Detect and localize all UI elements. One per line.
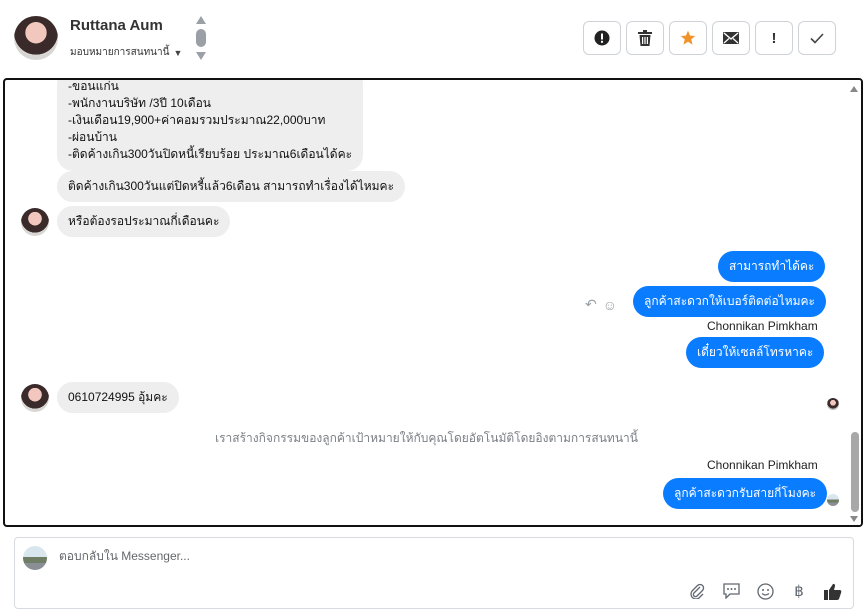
exclamation-icon: ! bbox=[771, 29, 777, 47]
reply-icon[interactable]: ↶ bbox=[585, 296, 597, 313]
trash-icon bbox=[638, 30, 652, 46]
message-outgoing[interactable]: ลูกค้าสะดวกให้เบอร์ติดต่อไหมคะ bbox=[633, 286, 827, 317]
header-toolbar: ! bbox=[583, 21, 836, 55]
message-incoming-details[interactable]: -ขอนแก่น -พนักงานบริษัท /3ปี 10เดือน -เง… bbox=[57, 79, 364, 171]
message-incoming[interactable]: 0610724995 อุ้มคะ bbox=[57, 382, 179, 413]
contact-name[interactable]: Ruttana Aum bbox=[70, 17, 163, 34]
sender-avatar bbox=[21, 208, 49, 236]
message-line: -ขอนแก่น bbox=[68, 79, 119, 93]
follow-up-button[interactable]: ! bbox=[755, 21, 793, 55]
delete-button[interactable] bbox=[626, 21, 664, 55]
conversation-header: Ruttana Aum มอบหมายการสนทนานี้ ▼ ! bbox=[0, 0, 863, 78]
scrollbar[interactable] bbox=[847, 80, 861, 525]
baht-icon[interactable]: ฿ bbox=[789, 581, 809, 601]
paperclip-icon[interactable] bbox=[687, 581, 707, 601]
chevron-down-icon: ▼ bbox=[173, 47, 183, 58]
message-actions: ↶ ☺ bbox=[585, 296, 617, 313]
mark-done-button[interactable] bbox=[798, 21, 836, 55]
message-thread[interactable]: -ขอนแก่น -พนักงานบริษัท /3ปี 10เดือน -เง… bbox=[3, 78, 863, 527]
sender-name: Chonnikan Pimkham bbox=[707, 458, 818, 472]
reply-composer: ฿ bbox=[14, 537, 854, 609]
thumbs-up-icon[interactable] bbox=[823, 581, 843, 601]
message-line: -ผ่อนบ้าน bbox=[68, 130, 117, 144]
composer-toolbar: ฿ bbox=[687, 581, 843, 601]
message-outgoing[interactable]: ลูกค้าสะดวกรับสายกี่โมงคะ bbox=[663, 478, 828, 509]
star-button[interactable] bbox=[669, 21, 707, 55]
seen-avatar bbox=[827, 494, 839, 506]
message-incoming[interactable]: หรือต้องรอประมาณกี่เดือนคะ bbox=[57, 206, 231, 237]
alert-circle-icon bbox=[594, 30, 610, 46]
page-avatar bbox=[23, 546, 47, 570]
sender-name: Chonnikan Pimkham bbox=[707, 319, 818, 333]
reply-input[interactable] bbox=[59, 549, 659, 563]
check-icon bbox=[810, 32, 824, 44]
scroll-down-arrow-icon[interactable] bbox=[850, 516, 858, 522]
sender-avatar bbox=[21, 384, 49, 412]
scroll-up-arrow-icon[interactable] bbox=[850, 86, 858, 92]
message-outgoing[interactable]: เดี๋ยวให้เซลล์โทรหาคะ bbox=[686, 337, 825, 368]
previous-arrow-icon[interactable] bbox=[196, 16, 206, 24]
emoji-icon[interactable] bbox=[755, 581, 775, 601]
message-line: -เงินเดือน19,900+ค่าคอมรวมประมาณ22,000บา… bbox=[68, 113, 326, 127]
mark-spam-button[interactable] bbox=[583, 21, 621, 55]
message-incoming[interactable]: ติดค้างเกิน300วันแต่ปิดหรี้แล้ว6เดือน สา… bbox=[57, 171, 406, 202]
next-arrow-icon[interactable] bbox=[196, 52, 206, 60]
seen-avatar bbox=[827, 398, 839, 410]
message-outgoing[interactable]: สามารถทำได้คะ bbox=[718, 251, 826, 282]
conversation-navigator[interactable] bbox=[194, 16, 208, 62]
contact-avatar[interactable] bbox=[14, 16, 58, 60]
chat-icon[interactable] bbox=[721, 581, 741, 601]
assign-label: มอบหมายการสนทนานี้ bbox=[70, 47, 170, 58]
envelope-icon bbox=[723, 32, 739, 44]
message-line: -พนักงานบริษัท /3ปี 10เดือน bbox=[68, 96, 212, 110]
navigator-handle bbox=[196, 29, 206, 47]
system-notice: เราสร้างกิจกรรมของลูกค้าเป้าหมายให้กับคุ… bbox=[215, 431, 638, 445]
star-icon bbox=[680, 30, 696, 45]
message-line: -ติดค้างเกิน300วันปิดหนี้เรียบร้อย ประมา… bbox=[68, 147, 353, 161]
assign-conversation-dropdown[interactable]: มอบหมายการสนทนานี้ ▼ bbox=[70, 45, 182, 60]
mark-unread-button[interactable] bbox=[712, 21, 750, 55]
scrollbar-thumb[interactable] bbox=[851, 432, 859, 512]
react-emoji-icon[interactable]: ☺ bbox=[603, 297, 617, 313]
